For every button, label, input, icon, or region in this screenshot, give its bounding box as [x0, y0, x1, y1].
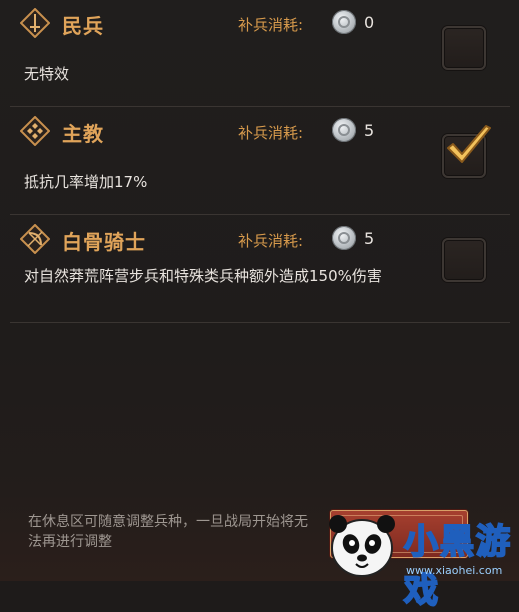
unit-row-bishop[interactable]: 主教 补兵消耗: 5 抵抗几率增加17%: [10, 108, 510, 215]
cost-value: 5: [364, 229, 375, 248]
cost-value: 0: [364, 13, 375, 32]
panda-mascot-icon: [329, 515, 395, 577]
unit-name: 白骨骑士: [62, 230, 146, 254]
select-checkbox-militia[interactable]: [442, 26, 486, 70]
unit-name: 民兵: [62, 14, 104, 38]
cross-emblem-icon: [20, 116, 50, 146]
select-checkbox-bishop[interactable]: [442, 125, 491, 178]
silver-coin-icon: [332, 118, 356, 142]
cost-label: 补兵消耗:: [238, 16, 304, 34]
unit-description: 抵抗几率增加17%: [24, 173, 148, 191]
cost-label: 补兵消耗:: [238, 124, 304, 142]
sword-emblem-icon: [20, 8, 50, 38]
footer-hint: 在休息区可随意调整兵种，一旦战局开始将无法再进行调整: [28, 514, 308, 550]
troop-selection-panel: 民兵 补兵消耗: 0 无特效 主教 补兵消耗: 5 抵抗几率增加17% 白骨骑士…: [0, 0, 519, 612]
unit-row-militia[interactable]: 民兵 补兵消耗: 0 无特效: [10, 0, 510, 107]
unit-row-bone-knight[interactable]: 白骨骑士 补兵消耗: 5 对自然莽荒阵营步兵和特殊类兵种额外造成150%伤害: [10, 216, 510, 323]
cost-label: 补兵消耗:: [238, 232, 304, 250]
unit-description: 无特效: [24, 65, 70, 83]
select-checkbox-bone-knight[interactable]: [442, 238, 486, 282]
silver-coin-icon: [332, 10, 356, 34]
unit-description: 对自然莽荒阵营步兵和特殊类兵种额外造成150%伤害: [24, 267, 382, 285]
unit-name: 主教: [62, 122, 104, 146]
silver-coin-icon: [332, 226, 356, 250]
bow-emblem-icon: [20, 224, 50, 254]
watermark-url: www.xiaohei.com: [406, 564, 503, 577]
watermark-title: 小黑游戏: [403, 521, 512, 612]
site-watermark-logo: 小黑游戏 www.xiaohei.com: [322, 506, 519, 612]
cost-value: 5: [364, 121, 375, 140]
checkmark-icon: [447, 125, 491, 163]
